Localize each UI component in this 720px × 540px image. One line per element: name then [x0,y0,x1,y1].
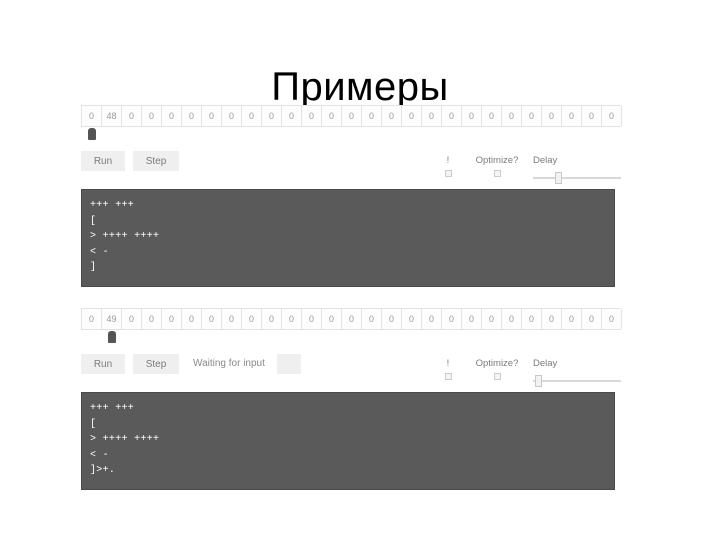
status-text: Waiting for input [193,358,265,369]
tape-cell[interactable]: 0 [502,106,522,126]
bang-label: ! [446,155,450,166]
tape-cell[interactable]: 0 [542,106,562,126]
tape-cell[interactable]: 48 [102,106,122,126]
tape-cell[interactable]: 0 [582,106,602,126]
tape-pointer-2 [108,331,116,343]
step-button[interactable]: Step [133,151,179,171]
tape-cell[interactable]: 0 [302,106,322,126]
tape-cell[interactable]: 0 [462,106,482,126]
tape-pointer-1 [88,128,96,140]
delay-label: Delay [533,155,558,166]
tape-cell[interactable]: 0 [562,106,582,126]
tape-cell[interactable]: 0 [362,309,382,329]
tape-cell[interactable]: 0 [162,309,182,329]
tape-cell[interactable]: 0 [262,106,282,126]
tape-cell[interactable]: 0 [342,106,362,126]
tape-cells-1: 0 48 0 0 0 0 0 0 0 0 0 0 0 0 0 0 0 0 0 0 0 0 0 0 0 0 0 [81,105,622,127]
run-button[interactable]: Run [81,151,125,171]
tape-cell[interactable]: 49 [102,309,122,329]
delay-slider-thumb[interactable] [555,172,562,184]
tape-cell[interactable]: 0 [322,309,342,329]
tape-cell[interactable]: 0 [82,309,102,329]
tape-cell[interactable]: 0 [262,309,282,329]
tape-cell[interactable]: 0 [562,309,582,329]
tape-cell[interactable]: 0 [322,106,342,126]
tape-cell[interactable]: 0 [442,309,462,329]
tape-cell[interactable]: 0 [502,309,522,329]
delay-label: Delay [533,358,558,369]
interpreter-panel-1: 0 48 0 0 0 0 0 0 0 0 0 0 0 0 0 0 0 0 0 0 0 0 0 0 0 0 0 Run Step ! … [81,105,622,297]
tape-cell[interactable]: 0 [582,309,602,329]
tape-cell[interactable]: 0 [482,106,502,126]
bang-label: ! [446,358,450,369]
tape-cell[interactable]: 0 [402,309,422,329]
code-editor-2[interactable]: +++ +++ [ > ++++ ++++ < - ]>+. [81,392,615,490]
run-button[interactable]: Run [81,354,125,374]
delay-control-2: Delay [533,358,623,387]
tape-cell[interactable]: 0 [462,309,482,329]
page-title: Примеры [271,64,449,109]
delay-slider-track [533,380,621,382]
controls-row-1: Run Step ! Optimize? Delay [81,151,621,185]
tape-cell[interactable]: 0 [402,106,422,126]
bang-checkbox[interactable] [444,373,452,380]
optimize-checkbox[interactable] [493,170,501,177]
tape-cell[interactable]: 0 [522,106,542,126]
tape-cell[interactable]: 0 [142,106,162,126]
tape-cells-2: 0 49 0 0 0 0 0 0 0 0 0 0 0 0 0 0 0 0 0 0 0 0 0 0 0 0 0 [81,308,622,330]
tape-2: 0 49 0 0 0 0 0 0 0 0 0 0 0 0 0 0 0 0 0 0 0 0 0 0 0 0 0 [81,308,622,344]
bang-option-2: ! [443,358,453,380]
tape-cell[interactable]: 0 [122,106,142,126]
tape-cell[interactable]: 0 [542,309,562,329]
tape-cell[interactable]: 0 [82,106,102,126]
tape-cell[interactable]: 0 [442,106,462,126]
tape-cell[interactable]: 0 [482,309,502,329]
tape-cell[interactable]: 0 [522,309,542,329]
step-button[interactable]: Step [133,354,179,374]
bang-checkbox[interactable] [444,170,452,177]
tape-cell[interactable]: 0 [182,309,202,329]
tape-cell[interactable]: 0 [602,106,622,126]
tape-cell[interactable]: 0 [342,309,362,329]
tape-cell[interactable]: 0 [182,106,202,126]
tape-cell[interactable]: 0 [122,309,142,329]
delay-slider-track [533,177,621,179]
tape-cell[interactable]: 0 [242,106,262,126]
tape-cell[interactable]: 0 [282,106,302,126]
delay-slider[interactable] [533,375,621,387]
tape-cell[interactable]: 0 [382,309,402,329]
tape-cell[interactable]: 0 [162,106,182,126]
interpreter-panel-2: 0 49 0 0 0 0 0 0 0 0 0 0 0 0 0 0 0 0 0 0 0 0 0 0 0 0 0 Run Step Wa… [81,308,622,500]
delay-control-1: Delay [533,155,623,184]
code-editor-1[interactable]: +++ +++ [ > ++++ ++++ < - ] [81,189,615,287]
tape-1: 0 48 0 0 0 0 0 0 0 0 0 0 0 0 0 0 0 0 0 0 0 0 0 0 0 0 0 [81,105,622,141]
controls-row-2: Run Step Waiting for input ! Optimize? D… [81,354,621,388]
tape-cell[interactable]: 0 [142,309,162,329]
tape-cell[interactable]: 0 [222,106,242,126]
optimize-label: Optimize? [475,155,519,166]
tape-cell[interactable]: 0 [602,309,622,329]
delay-slider[interactable] [533,172,621,184]
optimize-option-2: Optimize? [467,358,527,380]
tape-cell[interactable]: 0 [302,309,322,329]
tape-cell[interactable]: 0 [222,309,242,329]
tape-cell[interactable]: 0 [422,309,442,329]
optimize-option-1: Optimize? [467,155,527,177]
delay-slider-thumb[interactable] [535,375,542,387]
tape-cell[interactable]: 0 [282,309,302,329]
tape-cell[interactable]: 0 [382,106,402,126]
tape-cell[interactable]: 0 [422,106,442,126]
tape-cell[interactable]: 0 [362,106,382,126]
tape-cell[interactable]: 0 [202,106,222,126]
optimize-checkbox[interactable] [493,373,501,380]
optimize-label: Optimize? [475,358,519,369]
tape-cell[interactable]: 0 [242,309,262,329]
program-input-field[interactable] [277,354,301,374]
tape-cell[interactable]: 0 [202,309,222,329]
bang-option-1: ! [443,155,453,177]
